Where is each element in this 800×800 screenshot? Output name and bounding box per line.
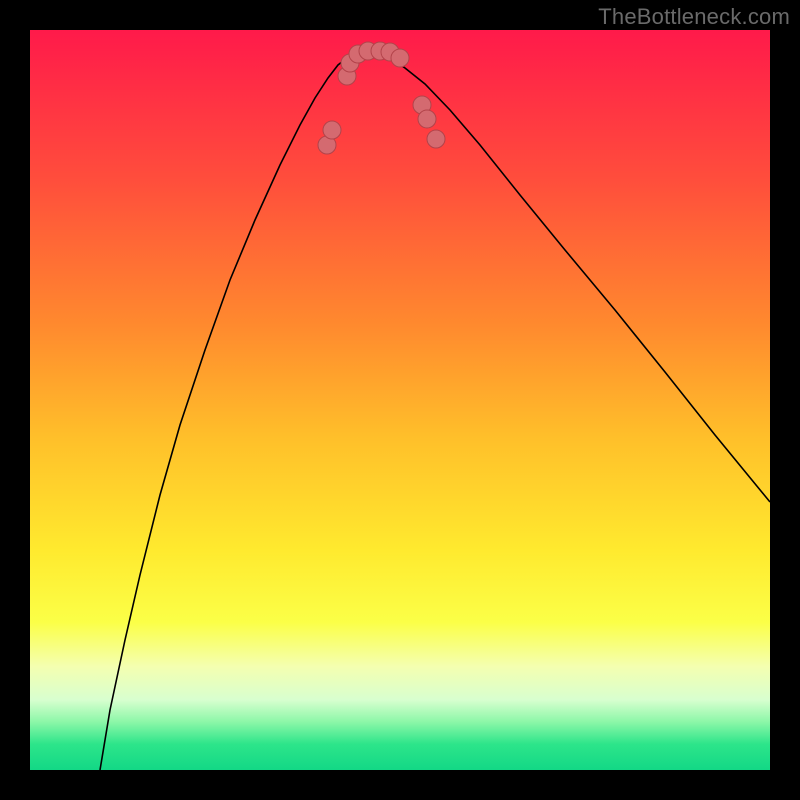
marker-point <box>418 110 436 128</box>
gradient-bg <box>30 30 770 770</box>
watermark-text: TheBottleneck.com <box>598 4 790 30</box>
marker-point <box>391 49 409 67</box>
outer-frame: TheBottleneck.com <box>0 0 800 800</box>
chart-svg <box>30 30 770 770</box>
marker-point <box>427 130 445 148</box>
marker-point <box>323 121 341 139</box>
plot-area <box>30 30 770 770</box>
